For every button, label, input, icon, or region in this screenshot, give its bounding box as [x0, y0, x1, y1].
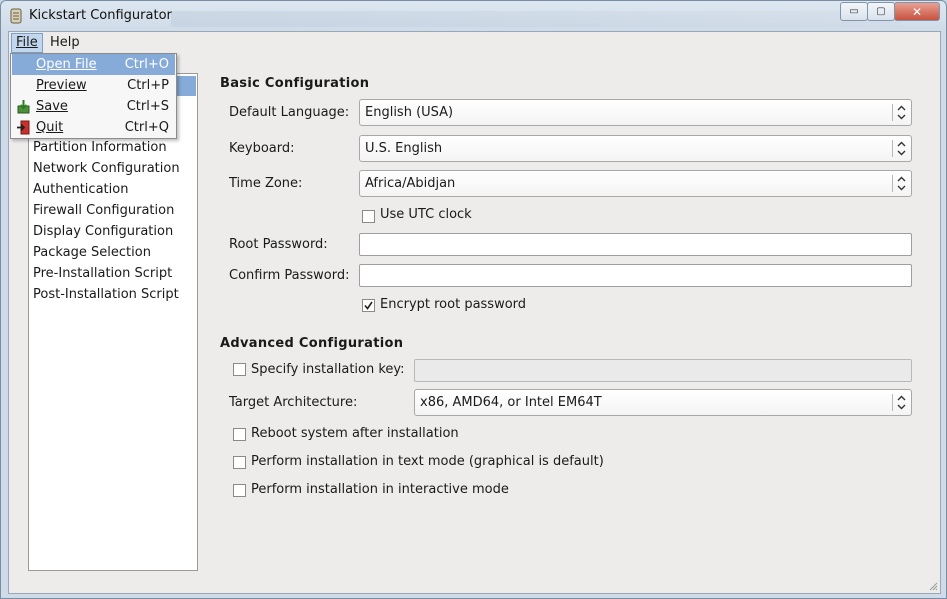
- default-language-select[interactable]: English (USA): [359, 99, 912, 126]
- file-menu-dropdown: Open File Ctrl+O Preview Ctrl+P Save Ctr…: [10, 53, 177, 139]
- menu-item-label: Quit: [36, 120, 64, 135]
- basic-configuration-heading: Basic Configuration: [220, 76, 370, 91]
- kickstart-app-icon: [10, 8, 22, 24]
- combo-separator: [892, 104, 893, 121]
- resize-grip-icon[interactable]: [928, 581, 938, 591]
- root-password-label: Root Password:: [229, 237, 328, 252]
- encrypt-root-password-label: Encrypt root password: [380, 297, 527, 312]
- menu-item-accel: Ctrl+P: [127, 78, 169, 93]
- confirm-password-label: Confirm Password:: [229, 268, 350, 283]
- menu-item-quit[interactable]: Quit Ctrl+Q: [12, 117, 175, 138]
- window-title: Kickstart Configurator: [29, 8, 172, 23]
- section-list[interactable]: Partition Information Network Configurat…: [28, 73, 198, 571]
- target-architecture-label: Target Architecture:: [229, 395, 358, 410]
- interactive-mode-installation-label: Perform installation in interactive mode: [251, 482, 509, 497]
- sidebar-item-firewall-configuration[interactable]: Firewall Configuration: [33, 200, 174, 221]
- menu-file[interactable]: File: [11, 33, 43, 53]
- default-language-label: Default Language:: [229, 105, 350, 120]
- minimize-icon: ▭: [849, 6, 859, 17]
- menu-item-open-file[interactable]: Open File Ctrl+O: [12, 54, 175, 75]
- installation-key-field[interactable]: [414, 359, 912, 382]
- use-utc-clock-label: Use UTC clock: [380, 207, 472, 222]
- time-zone-value: Africa/Abidjan: [365, 176, 456, 191]
- sidebar-item-pre-installation-script[interactable]: Pre-Installation Script: [33, 263, 172, 284]
- target-architecture-select[interactable]: x86, AMD64, or Intel EM64T: [414, 389, 912, 416]
- encrypt-root-password-checkbox[interactable]: [362, 299, 375, 312]
- menu-item-label: Save: [36, 99, 68, 114]
- reboot-after-installation-checkbox[interactable]: [233, 428, 246, 441]
- sidebar-item-authentication[interactable]: Authentication: [33, 179, 128, 200]
- target-architecture-value: x86, AMD64, or Intel EM64T: [420, 395, 602, 410]
- sidebar-item-post-installation-script[interactable]: Post-Installation Script: [33, 284, 179, 305]
- menu-item-save[interactable]: Save Ctrl+S: [12, 96, 175, 117]
- menu-item-accel: Ctrl+S: [126, 99, 169, 114]
- sidebar-item-partition-information[interactable]: Partition Information: [33, 137, 167, 158]
- interactive-mode-installation-checkbox[interactable]: [233, 484, 246, 497]
- root-password-field[interactable]: [359, 233, 912, 256]
- sidebar-item-package-selection[interactable]: Package Selection: [33, 242, 151, 263]
- menu-help[interactable]: Help: [46, 34, 84, 52]
- use-utc-clock-checkbox[interactable]: [362, 210, 375, 223]
- combo-separator: [892, 175, 893, 192]
- app-window: Kickstart Configurator ▭ ▢ ✕ File Help P…: [0, 0, 947, 599]
- maximize-button[interactable]: ▢: [867, 2, 895, 21]
- menu-item-label: Open File: [36, 57, 97, 72]
- specify-installation-key-label: Specify installation key:: [251, 362, 405, 377]
- default-language-value: English (USA): [365, 105, 454, 120]
- title-bar-background: [171, 11, 901, 27]
- maximize-icon: ▢: [876, 6, 886, 17]
- minimize-button[interactable]: ▭: [840, 2, 868, 21]
- time-zone-label: Time Zone:: [229, 176, 303, 191]
- keyboard-label: Keyboard:: [229, 141, 295, 156]
- sidebar-item-network-configuration[interactable]: Network Configuration: [33, 158, 180, 179]
- checkmark-icon: [364, 301, 373, 310]
- updown-arrow-icon: [897, 176, 906, 191]
- combo-separator: [892, 394, 893, 411]
- title-bar[interactable]: Kickstart Configurator ▭ ▢ ✕: [1, 1, 946, 31]
- specify-installation-key-checkbox[interactable]: [233, 363, 246, 376]
- menu-item-preview[interactable]: Preview Ctrl+P: [12, 75, 175, 96]
- updown-arrow-icon: [897, 395, 906, 410]
- close-button[interactable]: ✕: [894, 2, 940, 21]
- menu-item-accel: Ctrl+Q: [124, 120, 169, 135]
- time-zone-select[interactable]: Africa/Abidjan: [359, 170, 912, 197]
- keyboard-select[interactable]: U.S. English: [359, 135, 912, 162]
- text-mode-installation-checkbox[interactable]: [233, 456, 246, 469]
- menu-bar: File Help: [9, 32, 940, 54]
- save-icon: [17, 100, 30, 114]
- selected-row-highlight: [174, 76, 196, 96]
- advanced-configuration-heading: Advanced Configuration: [220, 336, 404, 351]
- confirm-password-field[interactable]: [359, 264, 912, 287]
- reboot-after-installation-label: Reboot system after installation: [251, 426, 459, 441]
- sidebar-item-display-configuration[interactable]: Display Configuration: [33, 221, 173, 242]
- keyboard-value: U.S. English: [365, 141, 443, 156]
- menu-item-label: Preview: [36, 78, 87, 93]
- combo-separator: [892, 140, 893, 157]
- client-area: File Help Partition Information Network …: [8, 31, 941, 594]
- text-mode-installation-label: Perform installation in text mode (graph…: [251, 454, 604, 469]
- updown-arrow-icon: [897, 141, 906, 156]
- updown-arrow-icon: [897, 105, 906, 120]
- menu-item-accel: Ctrl+O: [124, 57, 169, 72]
- quit-icon: [17, 120, 30, 135]
- close-icon: ✕: [911, 4, 923, 19]
